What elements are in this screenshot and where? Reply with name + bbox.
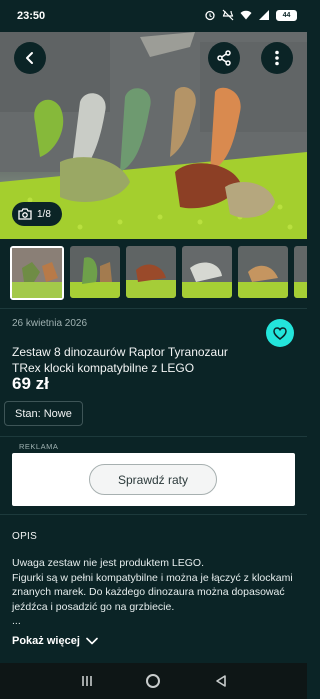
nav-back-button[interactable] bbox=[212, 672, 230, 690]
status-time: 23:50 bbox=[17, 10, 46, 22]
description-body: Uwaga zestaw nie jest produktem LEGO. Fi… bbox=[12, 556, 298, 629]
nav-home-button[interactable] bbox=[144, 672, 162, 690]
ad-label: REKLAMA bbox=[19, 442, 59, 451]
wifi-icon bbox=[240, 10, 252, 20]
battery-icon: 44 bbox=[276, 9, 297, 21]
listing-price: 69 zł bbox=[12, 374, 49, 393]
listing-title: Zestaw 8 dinozaurów Raptor Tyranozaur TR… bbox=[12, 345, 228, 375]
divider-ad-top bbox=[0, 436, 307, 437]
thumbnail-1[interactable] bbox=[10, 246, 64, 300]
nav-recents-button[interactable] bbox=[78, 672, 96, 690]
share-icon bbox=[217, 50, 231, 66]
status-bar: 23:50 44 bbox=[0, 0, 307, 32]
show-more-button[interactable]: Pokaż więcej bbox=[12, 635, 98, 647]
description-line-1: Uwaga zestaw nie jest produktem LEGO. bbox=[12, 557, 205, 569]
divider-ad-bottom bbox=[0, 514, 307, 515]
back-button[interactable] bbox=[14, 42, 46, 74]
divider-top bbox=[0, 308, 307, 309]
thumbnail-2[interactable] bbox=[70, 246, 120, 298]
more-options-button[interactable] bbox=[261, 42, 293, 74]
status-icons: 44 bbox=[204, 9, 297, 21]
description-heading: OPIS bbox=[12, 531, 38, 542]
home-icon bbox=[146, 674, 160, 688]
condition-chip: Stan: Nowe bbox=[4, 401, 83, 426]
description-line-2: Figurki są w pełni kompatybilne i można … bbox=[12, 571, 293, 613]
check-installments-button[interactable]: Sprawdź raty bbox=[89, 464, 217, 495]
thumbnail-5[interactable] bbox=[238, 246, 288, 298]
more-vertical-icon bbox=[275, 50, 279, 66]
listing-date: 26 kwietnia 2026 bbox=[12, 318, 88, 329]
thumbnail-4[interactable] bbox=[182, 246, 232, 298]
mute-icon bbox=[222, 9, 234, 21]
alarm-icon bbox=[205, 10, 215, 21]
description-ellipsis: ... bbox=[12, 615, 21, 627]
chevron-left-icon bbox=[26, 52, 33, 64]
chevron-down-icon bbox=[86, 637, 98, 645]
share-button[interactable] bbox=[208, 42, 240, 74]
thumbnail-strip bbox=[0, 246, 307, 304]
back-triangle-icon bbox=[216, 675, 226, 687]
signal-icon bbox=[259, 10, 269, 20]
camera-icon bbox=[18, 208, 32, 220]
favorite-button[interactable] bbox=[266, 319, 294, 347]
system-nav-bar bbox=[0, 663, 307, 699]
heart-icon bbox=[273, 326, 287, 340]
photo-counter: 1/8 bbox=[12, 202, 62, 226]
show-more-label: Pokaż więcej bbox=[12, 635, 80, 647]
thumbnail-6[interactable] bbox=[294, 246, 307, 298]
main-photo[interactable]: 1/8 bbox=[0, 32, 307, 239]
ad-banner: Sprawdź raty bbox=[12, 453, 295, 506]
photo-counter-text: 1/8 bbox=[37, 208, 51, 220]
thumbnail-3[interactable] bbox=[126, 246, 176, 298]
recents-icon bbox=[82, 676, 92, 686]
